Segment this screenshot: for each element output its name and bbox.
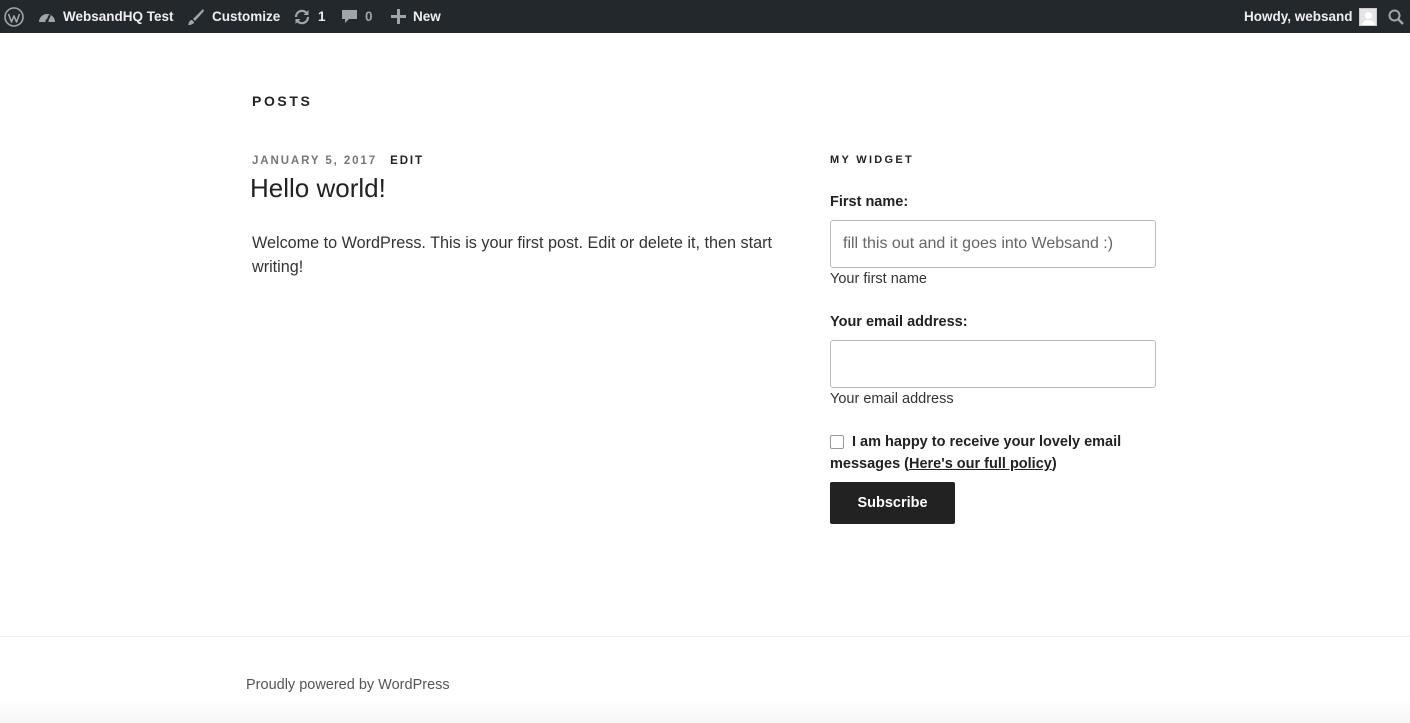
dashboard-icon [38,9,56,25]
post-date-link[interactable]: January 5, 2017 [252,155,377,167]
comments-count: 0 [365,9,373,24]
updates-count: 1 [318,9,326,24]
subscribe-button[interactable]: Subscribe [830,482,955,524]
comment-icon [341,8,358,25]
site-name-label: WebsandHQ Test [63,9,174,24]
policy-link[interactable]: Here's our full policy [909,456,1052,472]
new-label: New [413,9,441,24]
email-input[interactable] [830,340,1156,388]
updates-icon [293,8,311,26]
greeting-label: Howdy, websand [1244,9,1353,24]
footer-divider [0,636,1410,637]
consent-text-close: ) [1051,456,1057,472]
wordpress-logo-menu[interactable] [4,0,31,33]
footer-shadow [0,700,1410,723]
site-name-menu[interactable]: WebsandHQ Test [38,0,174,33]
widget-title: My Widget [830,154,915,166]
brush-icon [187,8,205,26]
new-content-menu[interactable]: New [391,0,441,33]
avatar [1358,7,1377,26]
first-name-help: Your first name [830,271,927,287]
comments-menu[interactable]: 0 [341,0,373,33]
admin-bar: WebsandHQ Test Customize 1 0 New Howdy, … [0,0,1410,33]
post-content: Welcome to WordPress. This is your first… [252,234,772,276]
first-name-label: First name: [830,194,909,210]
consent-label: I am happy to receive your lovely email … [830,431,1130,475]
post-edit-link[interactable]: Edit [390,155,424,167]
plus-icon [391,9,406,24]
updates-menu[interactable]: 1 [293,0,326,33]
post-title-link[interactable]: Hello world! [250,173,386,204]
customize-label: Customize [212,9,281,24]
page-title: Posts [252,93,313,109]
first-name-input[interactable] [830,220,1156,268]
admin-bar-search[interactable] [1388,0,1404,33]
my-account-menu[interactable]: Howdy, websand [1244,0,1377,33]
email-label: Your email address: [830,314,968,330]
post-meta: January 5, 2017 Edit [252,155,424,167]
footer-credit-link[interactable]: Proudly powered by WordPress [246,677,450,693]
wordpress-icon [4,6,24,27]
customize-menu[interactable]: Customize [187,0,280,33]
email-help: Your email address [830,391,954,407]
search-icon [1388,9,1404,25]
